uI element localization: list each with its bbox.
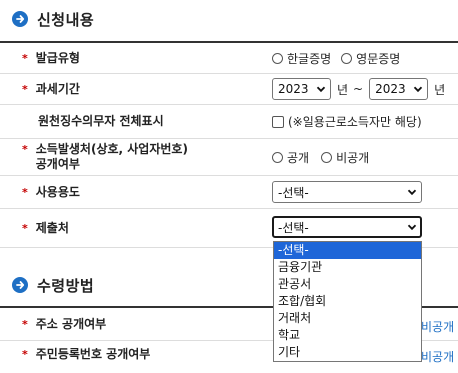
section-header-apply: 신청내용 xyxy=(12,7,94,31)
field-label: 과세기간 xyxy=(35,81,80,96)
submit-to-select[interactable]: -선택- xyxy=(272,216,422,238)
required-marker: * xyxy=(22,317,28,331)
chevron-down-icon xyxy=(407,224,417,231)
required-marker: * xyxy=(22,221,28,235)
required-marker: * xyxy=(22,143,28,156)
field-label: 발급유형 xyxy=(35,50,80,65)
radio-label: 영문증명 xyxy=(356,51,401,66)
required-marker: * xyxy=(22,185,28,199)
arrow-right-circle-icon xyxy=(12,11,28,27)
form-row-issue-type: * 발급유형 한글증명 영문증명 xyxy=(0,43,458,74)
year-unit: 년 xyxy=(337,82,349,97)
radio-korean-cert[interactable] xyxy=(272,52,283,64)
chevron-down-icon xyxy=(407,189,417,196)
field-label: 주민등록번호 공개여부 xyxy=(35,347,151,361)
field-label: 사용용도 xyxy=(35,184,80,199)
purpose-select[interactable]: -선택- xyxy=(272,181,422,203)
field-label: 원천징수의무자 전체표시 xyxy=(38,114,164,128)
dropdown-option[interactable]: 거래처 xyxy=(274,310,421,327)
radio-label: 한글증명 xyxy=(287,51,332,66)
field-label: 주소 공개여부 xyxy=(35,316,107,331)
field-label-line2: 공개여부 xyxy=(35,157,80,171)
form-row-purpose: * 사용용도 -선택- xyxy=(0,176,458,209)
radio-private[interactable] xyxy=(321,151,333,163)
radio-label-private: 비공개 xyxy=(421,350,455,364)
dropdown-option[interactable]: 학교 xyxy=(274,327,421,344)
section-title: 신청내용 xyxy=(37,10,95,29)
show-all-checkbox[interactable] xyxy=(272,115,284,128)
required-marker: * xyxy=(22,82,28,96)
dropdown-option[interactable]: -선택- xyxy=(274,242,421,259)
radio-label: 비공개 xyxy=(336,150,370,165)
checkbox-label: (※일용근로소득자만 해당) xyxy=(288,115,422,129)
range-separator: ~ xyxy=(353,82,364,96)
arrow-right-circle-icon xyxy=(12,277,28,293)
required-marker: * xyxy=(22,51,28,65)
dropdown-option[interactable]: 금융기관 xyxy=(274,259,421,276)
radio-public[interactable] xyxy=(272,151,283,163)
start-year-select[interactable]: 2023 xyxy=(272,78,331,100)
chevron-down-icon xyxy=(316,86,326,93)
year-unit: 년 xyxy=(434,82,446,97)
section-title: 수령방법 xyxy=(37,276,95,295)
dropdown-option[interactable]: 기타 xyxy=(274,344,421,361)
radio-label: 공개 xyxy=(287,150,310,165)
dropdown-option[interactable]: 조합/협회 xyxy=(274,293,421,310)
chevron-down-icon xyxy=(413,86,423,93)
radio-label-private: 비공개 xyxy=(421,320,455,334)
form-row-show-all: 원천징수의무자 전체표시 (※일용근로소득자만 해당) xyxy=(0,105,458,139)
form-row-tax-period: * 과세기간 2023 년 ~ 2023 년 xyxy=(0,74,458,105)
field-label: 제출처 xyxy=(35,220,69,235)
dropdown-option[interactable]: 관공서 xyxy=(274,276,421,293)
form-row-disclosure: * 소득발생처(상호, 사업자번호) 공개여부 공개 비공개 xyxy=(0,139,458,176)
radio-english-cert[interactable] xyxy=(341,52,353,64)
section-header-receive: 수령방법 xyxy=(12,273,94,297)
end-year-select[interactable]: 2023 xyxy=(369,78,429,100)
required-marker: * xyxy=(22,348,28,361)
submit-to-dropdown-list: -선택- 금융기관 관공서 조합/협회 거래처 학교 기타 xyxy=(273,241,422,362)
field-label: 소득발생처(상호, 사업자번호) xyxy=(35,142,188,156)
